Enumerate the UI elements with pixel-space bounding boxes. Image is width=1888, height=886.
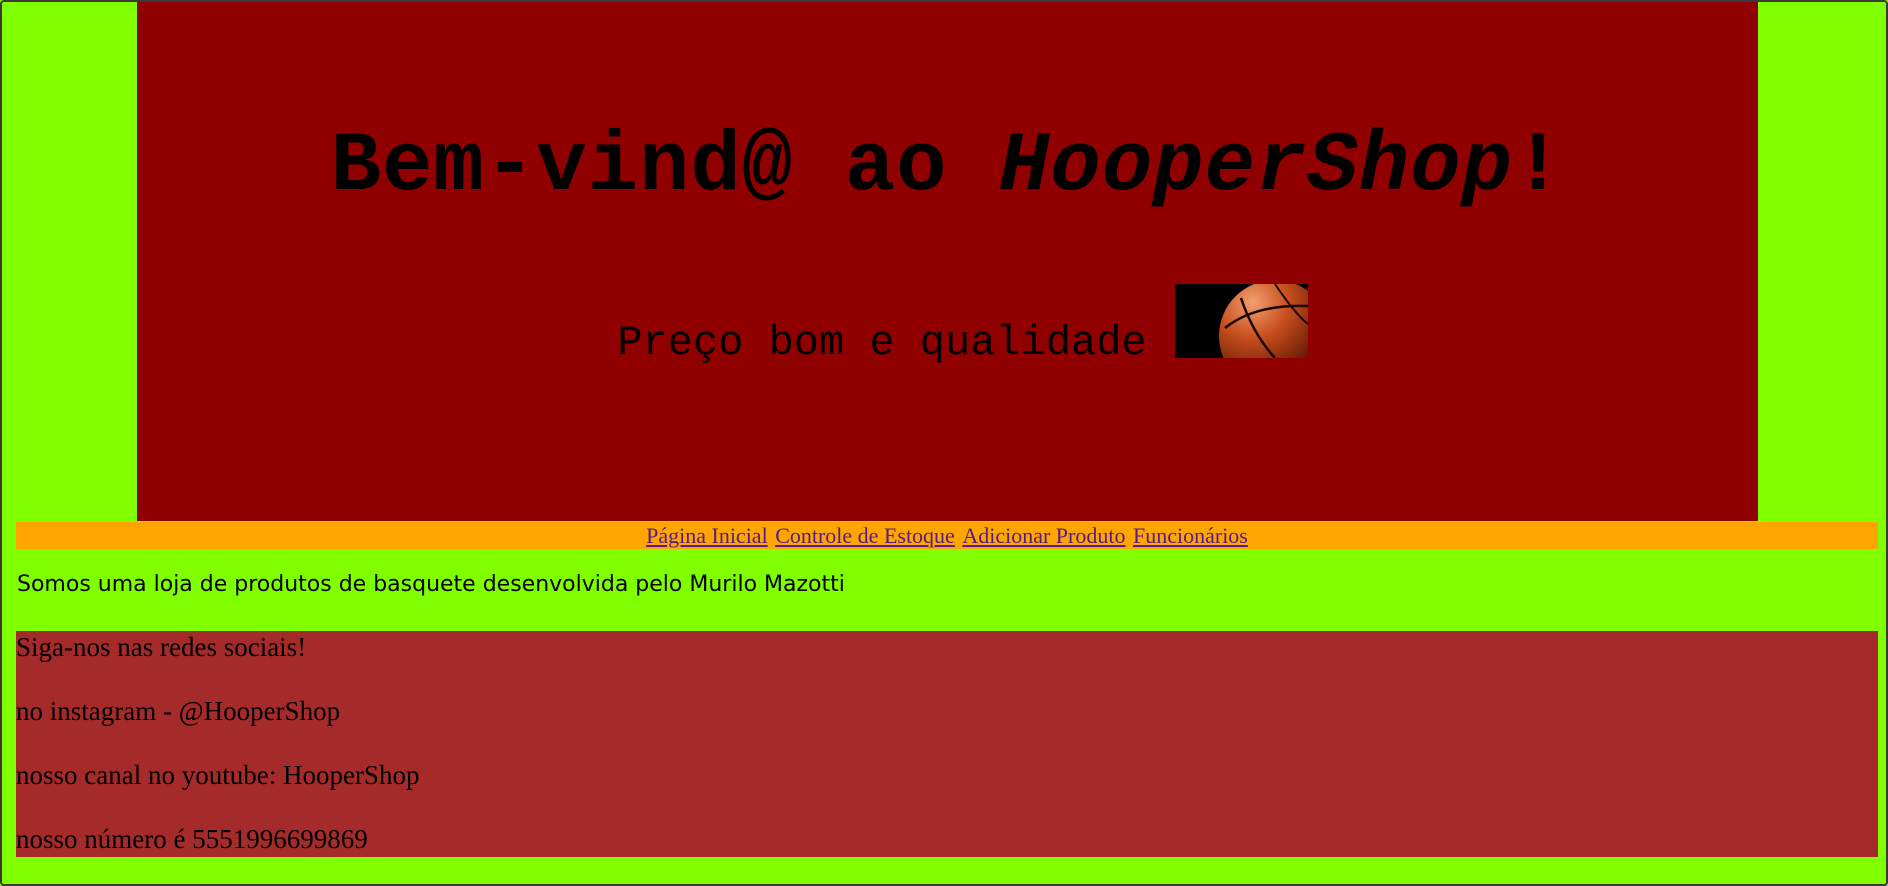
nav-link-add-product[interactable]: Adicionar Produto xyxy=(962,523,1125,548)
nav-link-stock-control[interactable]: Controle de Estoque xyxy=(775,523,955,548)
title-prefix: Bem-vind@ ao xyxy=(330,120,999,215)
basketball-icon xyxy=(1174,284,1308,358)
nav-link-employees[interactable]: Funcionários xyxy=(1133,523,1248,548)
brand-name: HooperShop xyxy=(998,120,1513,215)
social-heading: Siga-nos nas redes sociais! xyxy=(16,632,307,662)
social-instagram: no instagram - @HooperShop xyxy=(16,696,341,726)
page-title: Bem-vind@ ao HooperShop! xyxy=(137,120,1758,215)
main-nav: Página Inicial Controle de Estoque Adici… xyxy=(16,522,1878,549)
tagline: Preço bom e qualidade xyxy=(617,319,1147,367)
basketball-image xyxy=(1174,284,1308,358)
title-suffix: ! xyxy=(1512,120,1565,215)
hero-banner: Bem-vind@ ao HooperShop! Preço bom e qua… xyxy=(137,2,1758,521)
social-section: Siga-nos nas redes sociais! no instagram… xyxy=(16,631,1878,857)
tagline-row: Preço bom e qualidade xyxy=(137,284,1758,364)
about-text: Somos uma loja de produtos de basquete d… xyxy=(17,572,845,597)
social-phone: nosso número é 5551996699869 xyxy=(16,824,368,854)
nav-link-home[interactable]: Página Inicial xyxy=(646,523,768,548)
social-youtube: nosso canal no youtube: HooperShop xyxy=(16,760,420,790)
